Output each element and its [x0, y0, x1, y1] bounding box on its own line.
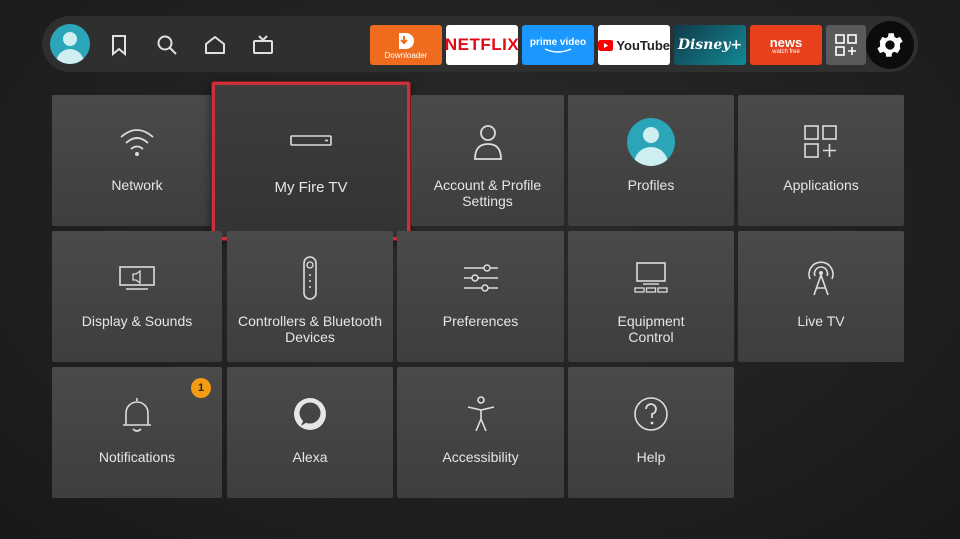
prime-smile-icon [544, 47, 572, 53]
tile-help[interactable]: Help [568, 367, 734, 498]
profile-avatar-icon [627, 118, 675, 166]
tile-label: Profiles [627, 177, 675, 193]
tile-label: Help [636, 449, 666, 465]
tile-label-line1: Controllers & Bluetooth [238, 313, 382, 329]
tile-label: Notifications [98, 449, 176, 465]
tile-network[interactable]: Network [52, 95, 222, 226]
help-icon [634, 397, 668, 431]
tile-my-fire-tv[interactable]: My Fire TV [212, 82, 410, 240]
tile-label: Preferences [442, 313, 519, 329]
youtube-play-icon [598, 39, 614, 51]
equipment-icon [634, 262, 668, 293]
tile-applications[interactable]: Applications [738, 95, 904, 226]
apps-grid-icon [835, 34, 857, 56]
avatar-body [56, 49, 84, 64]
downloader-icon [399, 32, 414, 49]
settings-button[interactable] [866, 21, 914, 69]
tile-label: Network [111, 177, 163, 193]
live-tv-icon[interactable] [251, 33, 275, 57]
app-label: news [769, 34, 803, 50]
display-sound-icon [119, 266, 155, 290]
notification-count-badge: 1 [191, 378, 211, 398]
wifi-icon [120, 129, 154, 156]
alexa-icon [294, 398, 326, 430]
app-label: NETFLIX [446, 35, 518, 54]
tile-equipment-control[interactable]: Equipment Control [568, 231, 734, 362]
app-downloader[interactable]: Downloader [370, 25, 442, 65]
app-news[interactable]: news watch free [750, 25, 822, 65]
tile-label: Applications [783, 177, 859, 193]
person-icon [473, 125, 502, 160]
app-youtube[interactable]: YouTube [598, 25, 670, 65]
search-icon[interactable] [155, 33, 179, 57]
tile-label-line1: Account & Profile [433, 177, 542, 193]
tile-label: Live TV [797, 313, 845, 329]
tile-label: Alexa [292, 449, 328, 465]
tile-preferences[interactable]: Preferences [397, 231, 564, 362]
accessibility-icon [467, 396, 494, 432]
tile-profiles[interactable]: Profiles [568, 95, 734, 226]
bookmark-icon[interactable] [107, 33, 131, 57]
home-icon[interactable] [203, 33, 227, 57]
sliders-icon [463, 264, 498, 292]
avatar-head [63, 32, 77, 46]
tile-label-line1: Equipment [617, 313, 685, 329]
app-prime-video[interactable]: prime video [522, 25, 594, 65]
remote-icon [303, 256, 317, 300]
app-label: Downloader [384, 50, 428, 60]
applications-icon [804, 125, 837, 158]
profile-avatar[interactable] [50, 24, 90, 64]
tile-controllers-bluetooth[interactable]: Controllers & Bluetooth Devices [227, 231, 393, 362]
tile-notifications[interactable]: 1 Notifications [52, 367, 222, 498]
tile-label-line2: Control [628, 329, 674, 345]
app-label: Disney+ [677, 37, 743, 53]
tile-label: My Fire TV [274, 179, 348, 196]
tile-alexa[interactable]: Alexa [227, 367, 393, 498]
antenna-icon [808, 261, 834, 296]
tile-live-tv[interactable]: Live TV [738, 231, 904, 362]
tile-label: Display & Sounds [81, 313, 193, 329]
gear-icon [877, 33, 903, 57]
fire-tv-device-icon [290, 135, 332, 146]
app-netflix[interactable]: NETFLIX [446, 25, 518, 65]
app-sublabel: watch free [772, 48, 800, 55]
tile-account-profile-settings[interactable]: Account & Profile Settings [411, 95, 564, 226]
tile-accessibility[interactable]: Accessibility [397, 367, 564, 498]
tile-display-sounds[interactable]: Display & Sounds [52, 231, 222, 362]
tile-label-line2: Devices [285, 329, 335, 345]
app-label: prime video [529, 36, 587, 48]
app-disney-plus[interactable]: Disney+ [674, 25, 746, 65]
app-label: YouTube [616, 37, 670, 53]
tile-label: Accessibility [442, 449, 519, 465]
tile-label-line2: Settings [462, 193, 513, 209]
apps-grid-button[interactable] [826, 25, 866, 65]
bell-icon [123, 398, 151, 432]
